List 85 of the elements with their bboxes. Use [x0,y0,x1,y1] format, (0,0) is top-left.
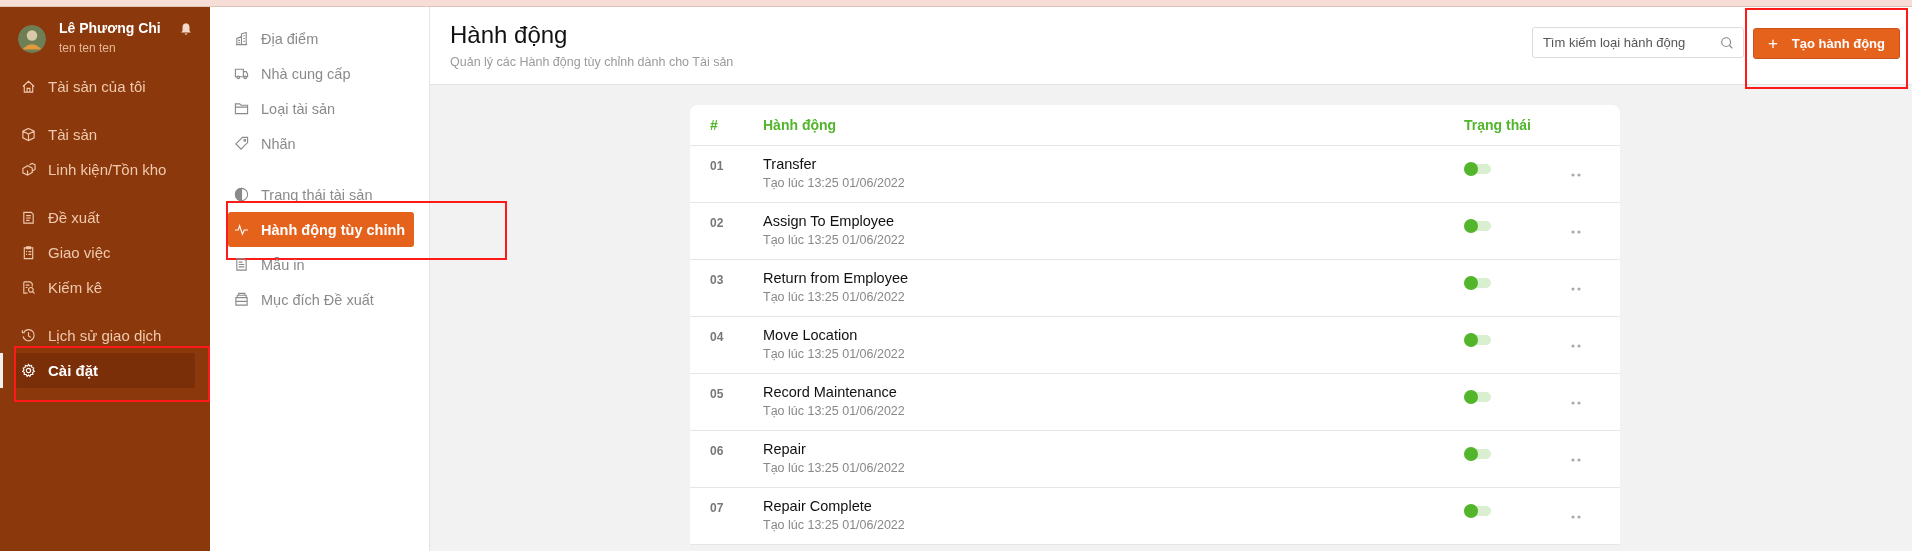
tag-icon [234,136,249,151]
action-name: Repair Complete [763,498,873,514]
toggle-knob[interactable] [1464,333,1478,347]
clipboard-icon [21,245,36,260]
search-document-icon [21,280,36,295]
action-name: Return from Employee [763,270,910,286]
row-number: 02 [709,215,725,230]
more-icon[interactable] [1570,173,1582,177]
more-icon[interactable] [1570,344,1582,348]
created-time: Tạo lúc 13:25 01/06/2022 [763,176,906,190]
building-icon [234,31,249,46]
status-toggle[interactable] [1464,449,1491,459]
sidebar-item[interactable]: Cài đặt [15,353,195,388]
action-name: Move Location [763,327,859,343]
status-toggle[interactable] [1464,506,1491,516]
created-time: Tạo lúc 13:25 01/06/2022 [763,404,906,418]
created-time: Tạo lúc 13:25 01/06/2022 [763,347,906,361]
folder-icon [234,101,249,116]
search-field[interactable]: Tìm kiếm loại hành động [1531,27,1744,58]
more-icon[interactable] [1570,515,1582,519]
row-number: 04 [709,329,725,344]
action-name: Repair [763,441,807,457]
more-icon[interactable] [1570,230,1582,234]
page-subtitle: Quản lý các Hành động tùy chỉnh dành cho Tài sản [450,55,735,69]
settings-menu-item[interactable]: Mẫu in [228,247,414,282]
created-time: Tạo lúc 13:25 01/06/2022 [763,290,906,304]
status-toggle[interactable] [1464,164,1491,174]
more-icon[interactable] [1570,287,1582,291]
create-action-button[interactable]: + Tạo hành động [1752,28,1900,59]
toggle-knob[interactable] [1464,162,1478,176]
page-title: Hành động [450,21,569,49]
row-number: 03 [709,272,725,287]
column-header: Hành động [763,117,838,133]
sidebar-item[interactable]: Kiếm kê [15,270,195,305]
home-icon [21,79,36,94]
sidebar-item[interactable]: Đề xuất [15,200,195,235]
settings-menu-item[interactable]: Hành động tùy chỉnh [228,212,414,247]
action-name: Transfer [763,156,818,172]
document-icon [21,210,36,225]
toggle-knob[interactable] [1464,390,1478,404]
action-name: Assign To Employee [763,213,896,229]
user-name: Lê Phương Chi [59,20,162,36]
settings-menu-item[interactable]: Nhãn [228,126,414,161]
history-icon [21,328,36,343]
column-header: # [709,117,719,133]
settings-menu-item[interactable]: Mục đích Đề xuất [228,282,414,317]
created-time: Tạo lúc 13:25 01/06/2022 [763,461,906,475]
half-circle-icon [234,187,249,202]
bell-icon[interactable] [179,22,193,36]
more-icon[interactable] [1570,458,1582,462]
created-time: Tạo lúc 13:25 01/06/2022 [763,233,906,247]
more-icon[interactable] [1570,401,1582,405]
sidebar-item[interactable]: Linh kiện/Tồn kho [15,152,195,187]
folders-icon [234,292,249,307]
gear-icon [21,363,36,378]
row-number: 01 [709,158,725,173]
sidebar-item[interactable]: Tài sản [15,117,195,152]
row-number: 06 [709,443,725,458]
document-icon [234,257,249,272]
status-toggle[interactable] [1464,278,1491,288]
status-toggle[interactable] [1464,392,1491,402]
pulse-icon [234,222,249,237]
sidebar-item[interactable]: Tài sản của tôi [15,69,195,104]
settings-menu-item[interactable]: Nhà cung cấp [228,56,414,91]
user-subtitle: ten ten ten [59,41,117,55]
truck-icon [234,66,249,81]
settings-menu-item[interactable]: Địa điểm [228,21,414,56]
box-icon [21,127,36,142]
settings-menu-item[interactable]: Loại tài sản [228,91,414,126]
status-toggle[interactable] [1464,335,1491,345]
status-toggle[interactable] [1464,221,1491,231]
toggle-knob[interactable] [1464,447,1478,461]
column-header: Trạng thái [1464,117,1532,133]
action-name: Record Maintenance [763,384,898,400]
row-number: 05 [709,386,725,401]
row-number: 07 [709,500,725,515]
sidebar-item[interactable]: Giao việc [15,235,195,270]
avatar[interactable] [18,25,46,53]
created-time: Tạo lúc 13:25 01/06/2022 [763,518,906,532]
toggle-knob[interactable] [1464,276,1478,290]
toggle-knob[interactable] [1464,504,1478,518]
sidebar-item[interactable]: Lịch sử giao dịch [15,318,195,353]
toggle-knob[interactable] [1464,219,1478,233]
boxes-icon [21,162,36,177]
search-icon [1719,36,1734,50]
